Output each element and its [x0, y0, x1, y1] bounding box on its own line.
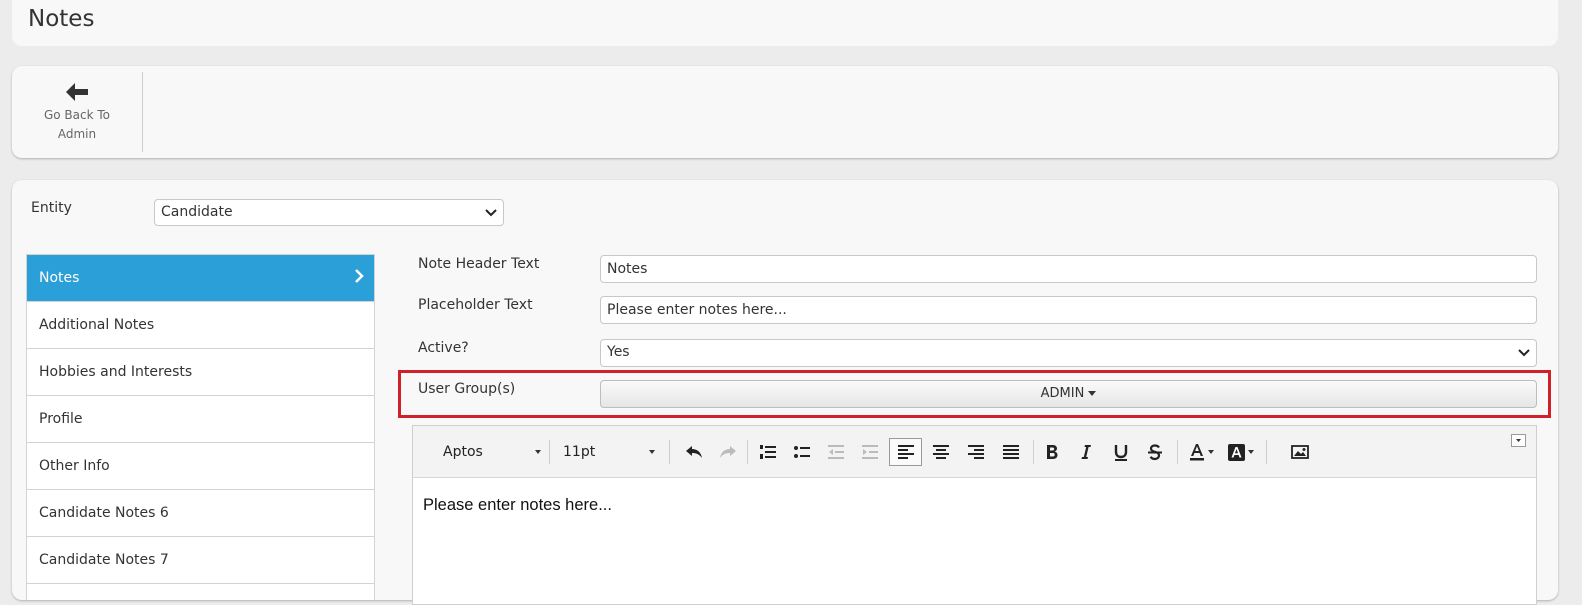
- sidebar-item-label: Notes: [39, 270, 80, 286]
- background-color-icon: [1228, 443, 1245, 461]
- caret-down-icon: [1088, 391, 1097, 396]
- font-size-select[interactable]: 11pt: [553, 438, 663, 466]
- page-title: Notes: [28, 6, 95, 32]
- sidebar-item-candidate-notes-7[interactable]: Candidate Notes 7: [27, 537, 374, 584]
- insert-image-button[interactable]: [1285, 438, 1315, 466]
- toolbar-divider: [747, 440, 748, 464]
- font-color-button[interactable]: [1183, 438, 1219, 466]
- toolbar-divider: [1177, 440, 1178, 464]
- sidebar-item-other-info[interactable]: Other Info: [27, 443, 374, 490]
- justify-icon: [1003, 445, 1019, 459]
- toolbar-divider: [1266, 440, 1267, 464]
- note-header-input[interactable]: Notes: [600, 255, 1537, 283]
- font-size-value: 11pt: [563, 444, 596, 460]
- active-select[interactable]: Yes: [600, 339, 1537, 367]
- outdent-button[interactable]: [821, 438, 851, 466]
- chevron-down-icon: [485, 208, 497, 216]
- notes-config-panel: Entity Candidate Notes Additional Notes …: [12, 180, 1558, 605]
- note-header-label: Note Header Text: [418, 256, 540, 272]
- indent-button[interactable]: [855, 438, 885, 466]
- toolbar-divider: [549, 440, 550, 464]
- align-center-icon: [933, 445, 949, 459]
- justify-button[interactable]: [995, 438, 1027, 466]
- sidebar-item-label: Other Info: [39, 458, 110, 474]
- chevron-down-icon: [1518, 349, 1530, 357]
- bullet-list-icon: [794, 446, 810, 458]
- sidebar-item-notes[interactable]: Notes: [27, 255, 374, 302]
- sidebar-item-additional-notes[interactable]: Additional Notes: [27, 302, 374, 349]
- caret-down-icon: [649, 450, 655, 454]
- entity-select[interactable]: Candidate: [154, 199, 504, 226]
- arrow-left-icon: [66, 83, 88, 101]
- outdent-icon: [828, 445, 844, 459]
- underline-button[interactable]: [1106, 438, 1136, 466]
- redo-button[interactable]: [713, 438, 743, 466]
- numbered-list-button[interactable]: [753, 438, 783, 466]
- toolbar-divider: [1033, 440, 1034, 464]
- font-family-value: Aptos: [443, 444, 483, 460]
- numbered-list-icon: [760, 445, 776, 459]
- chevron-right-icon: [355, 269, 364, 283]
- align-left-button[interactable]: [889, 438, 922, 466]
- editor-toolbar: Aptos 11pt: [413, 426, 1536, 478]
- undo-button[interactable]: [679, 438, 709, 466]
- entity-select-value: Candidate: [161, 204, 233, 220]
- align-center-button[interactable]: [925, 438, 957, 466]
- caret-down-icon: [1516, 439, 1521, 442]
- user-groups-value: ADMIN: [1040, 386, 1085, 401]
- sidebar-item-profile[interactable]: Profile: [27, 396, 374, 443]
- entity-label: Entity: [31, 200, 72, 216]
- caret-down-icon: [1248, 450, 1254, 454]
- highlight-color-button[interactable]: [1223, 438, 1259, 466]
- indent-icon: [862, 445, 878, 459]
- user-groups-dropdown[interactable]: ADMIN: [600, 380, 1537, 408]
- strikethrough-button[interactable]: [1140, 438, 1170, 466]
- toolbar-divider: [669, 440, 670, 464]
- sidebar-item-label: Profile: [39, 411, 83, 427]
- action-toolbar: Go Back To Admin: [12, 66, 1558, 158]
- font-color-icon: [1189, 444, 1204, 461]
- caret-down-icon: [535, 450, 541, 454]
- go-back-button[interactable]: Go Back To Admin: [12, 72, 143, 152]
- active-select-value: Yes: [607, 344, 630, 360]
- active-label: Active?: [418, 340, 469, 356]
- editor-content[interactable]: Please enter notes here...: [413, 478, 1536, 533]
- italic-button[interactable]: [1071, 438, 1101, 466]
- rich-text-editor: Aptos 11pt Please enter notes here...: [412, 425, 1537, 605]
- toolbar-toggle-button[interactable]: [1511, 434, 1526, 447]
- bullet-list-button[interactable]: [787, 438, 817, 466]
- image-icon: [1291, 445, 1309, 459]
- sidebar-item-hobbies[interactable]: Hobbies and Interests: [27, 349, 374, 396]
- sidebar-item-candidate-notes-6[interactable]: Candidate Notes 6: [27, 490, 374, 537]
- align-right-button[interactable]: [960, 438, 992, 466]
- underline-icon: [1114, 444, 1128, 461]
- sidebar-item-label: Additional Notes: [39, 317, 155, 333]
- page-header: Notes: [12, 0, 1558, 46]
- undo-icon: [686, 446, 702, 458]
- sidebar-item-label: Candidate Notes 7: [39, 552, 169, 568]
- placeholder-label: Placeholder Text: [418, 297, 533, 313]
- font-family-select[interactable]: Aptos: [427, 438, 549, 466]
- user-groups-label: User Group(s): [418, 381, 516, 397]
- italic-icon: [1081, 445, 1091, 459]
- bold-icon: [1047, 445, 1058, 459]
- align-left-icon: [897, 445, 914, 459]
- sidebar-item-label: Hobbies and Interests: [39, 364, 193, 380]
- bold-button[interactable]: [1037, 438, 1067, 466]
- sidebar-item-label: Candidate Notes 6: [39, 505, 169, 521]
- align-right-icon: [968, 445, 984, 459]
- caret-down-icon: [1207, 450, 1214, 454]
- redo-icon: [720, 446, 736, 458]
- placeholder-input[interactable]: Please enter notes here...: [600, 296, 1537, 324]
- notes-sidebar: Notes Additional Notes Hobbies and Inter…: [26, 254, 375, 600]
- go-back-label: Go Back To Admin: [43, 108, 111, 141]
- strikethrough-icon: [1148, 443, 1162, 460]
